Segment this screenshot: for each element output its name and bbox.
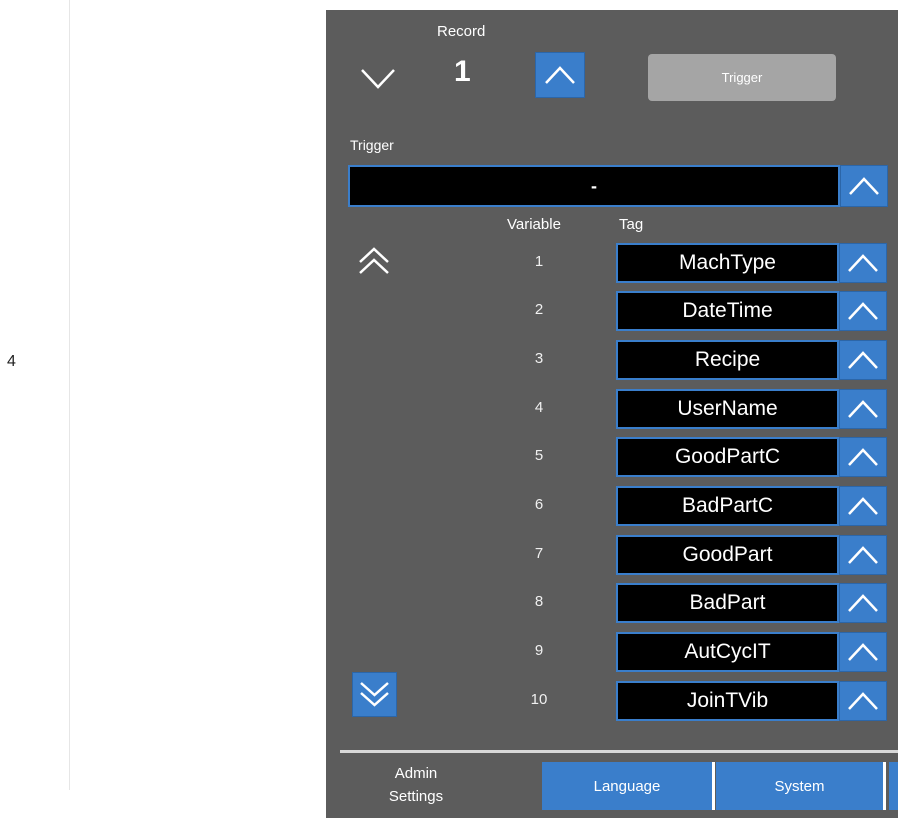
chevron-up-icon: [848, 692, 878, 710]
variable-number: 2: [534, 301, 544, 318]
chevron-up-icon: [545, 66, 575, 84]
chevron-up-icon: [848, 351, 878, 369]
variable-number: 9: [534, 642, 544, 659]
tag-select-button[interactable]: [839, 632, 887, 672]
tag-select-button[interactable]: [839, 243, 887, 283]
tag-field[interactable]: BadPart: [616, 583, 839, 623]
tab-next-partial[interactable]: [889, 762, 898, 810]
tag-select-button[interactable]: [839, 535, 887, 575]
tag-field[interactable]: BadPartC: [616, 486, 839, 526]
chevron-up-icon: [848, 546, 878, 564]
double-chevron-down-icon: [360, 682, 389, 707]
table-row: 1 MachType: [326, 243, 898, 283]
table-row: 5 GoodPartC: [326, 437, 898, 477]
chevron-up-icon: [848, 254, 878, 272]
tag-select-button[interactable]: [839, 389, 887, 429]
tag-field[interactable]: UserName: [616, 389, 839, 429]
tag-field[interactable]: DateTime: [616, 291, 839, 331]
page: 4 Record 1 Trigger Trigger - Variable Ta…: [0, 0, 898, 818]
footer-divider: [340, 750, 898, 753]
hmi-panel: Record 1 Trigger Trigger - Variable Tag: [326, 10, 898, 818]
record-label: Record: [437, 23, 486, 40]
tag-field[interactable]: JoinTVib: [616, 681, 839, 721]
tag-field[interactable]: AutCycIT: [616, 632, 839, 672]
chevron-up-icon: [848, 643, 878, 661]
tab-separator: [712, 762, 715, 810]
tag-field[interactable]: Recipe: [616, 340, 839, 380]
table-row: 6 BadPartC: [326, 486, 898, 526]
table-row: 7 GoodPart: [326, 535, 898, 575]
variable-number: 10: [530, 691, 548, 708]
tag-field[interactable]: GoodPartC: [616, 437, 839, 477]
chevron-down-icon: [361, 69, 395, 89]
chevron-up-icon: [848, 594, 878, 612]
variable-number: 1: [534, 253, 544, 270]
table-row: 9 AutCycIT: [326, 632, 898, 672]
trigger-select-button[interactable]: [840, 165, 888, 207]
tab-system[interactable]: System: [716, 762, 883, 810]
tab-separator: [883, 762, 886, 810]
table-row: 3 Recipe: [326, 340, 898, 380]
tag-select-button[interactable]: [839, 340, 887, 380]
scroll-down-button[interactable]: [352, 672, 397, 717]
tag-field[interactable]: MachType: [616, 243, 839, 283]
page-number: 4: [7, 353, 16, 370]
tag-select-button[interactable]: [839, 681, 887, 721]
table-row: 8 BadPart: [326, 583, 898, 623]
variable-number: 7: [534, 545, 544, 562]
tag-field[interactable]: GoodPart: [616, 535, 839, 575]
variable-number: 6: [534, 496, 544, 513]
variable-number: 3: [534, 350, 544, 367]
variable-number: 4: [534, 399, 544, 416]
record-value: 1: [454, 55, 471, 88]
chevron-up-icon: [848, 497, 878, 515]
chevron-up-icon: [848, 448, 878, 466]
chevron-up-icon: [848, 302, 878, 320]
record-down-button[interactable]: [358, 62, 398, 92]
table-row: 2 DateTime: [326, 291, 898, 331]
admin-settings-label: Admin Settings: [376, 762, 456, 808]
tag-column-header: Tag: [619, 216, 644, 233]
tag-select-button[interactable]: [839, 583, 887, 623]
table-row: 10 JoinTVib: [326, 681, 898, 721]
tag-select-button[interactable]: [839, 291, 887, 331]
margin-divider: [69, 0, 70, 790]
tab-language[interactable]: Language: [542, 762, 712, 810]
record-up-button[interactable]: [535, 52, 585, 98]
chevron-up-icon: [848, 400, 878, 418]
tag-select-button[interactable]: [839, 437, 887, 477]
admin-label-line2: Settings: [388, 788, 444, 805]
trigger-field[interactable]: -: [348, 165, 840, 207]
chevron-up-icon: [849, 177, 879, 195]
trigger-button[interactable]: Trigger: [648, 54, 836, 101]
trigger-label: Trigger: [350, 137, 394, 153]
admin-label-line1: Admin: [394, 765, 438, 782]
variable-number: 5: [534, 447, 544, 464]
table-row: 4 UserName: [326, 389, 898, 429]
variable-column-header: Variable: [507, 216, 561, 233]
variable-number: 8: [534, 593, 544, 610]
tag-select-button[interactable]: [839, 486, 887, 526]
